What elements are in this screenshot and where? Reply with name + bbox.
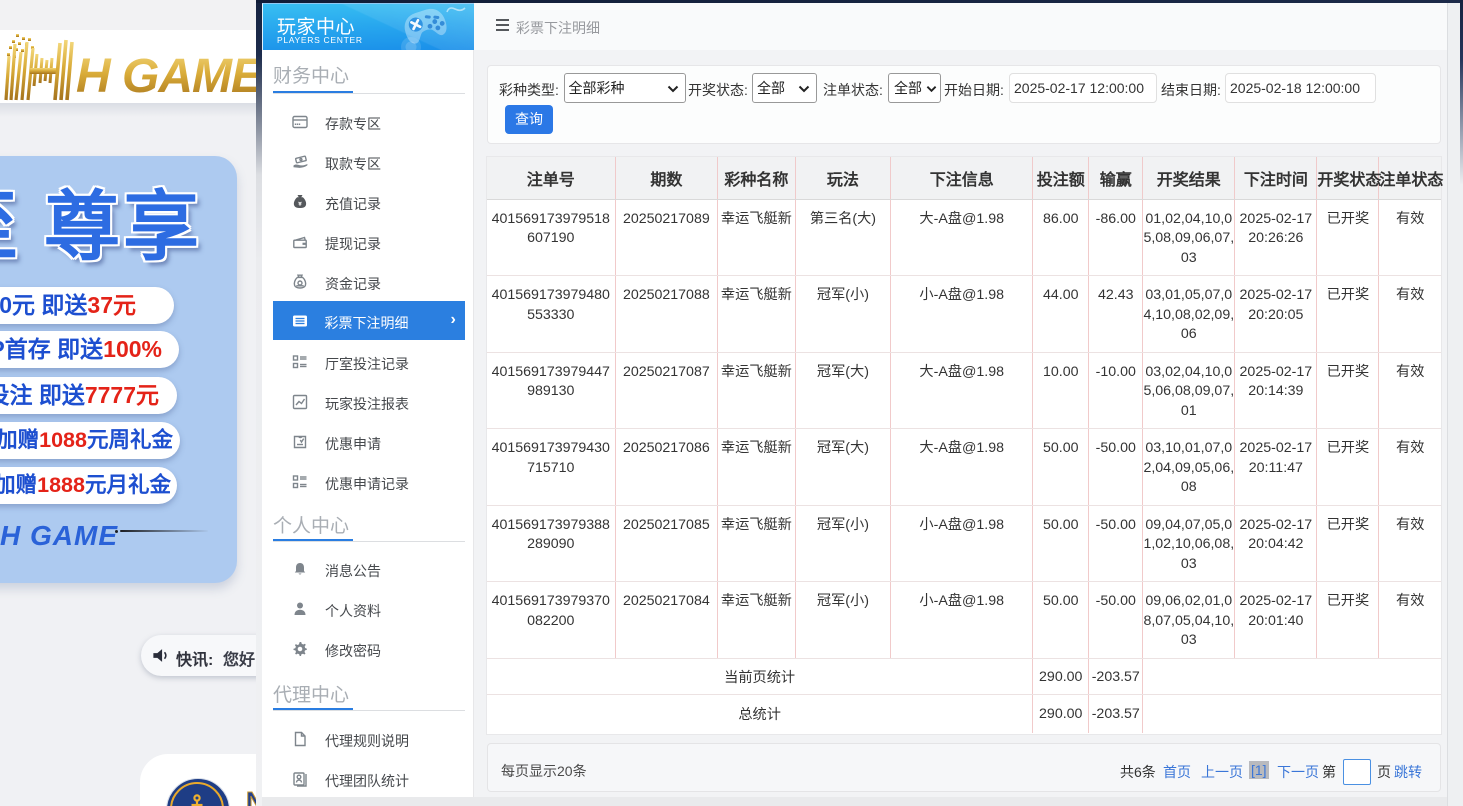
svg-text:H GAME: H GAME (76, 50, 256, 103)
